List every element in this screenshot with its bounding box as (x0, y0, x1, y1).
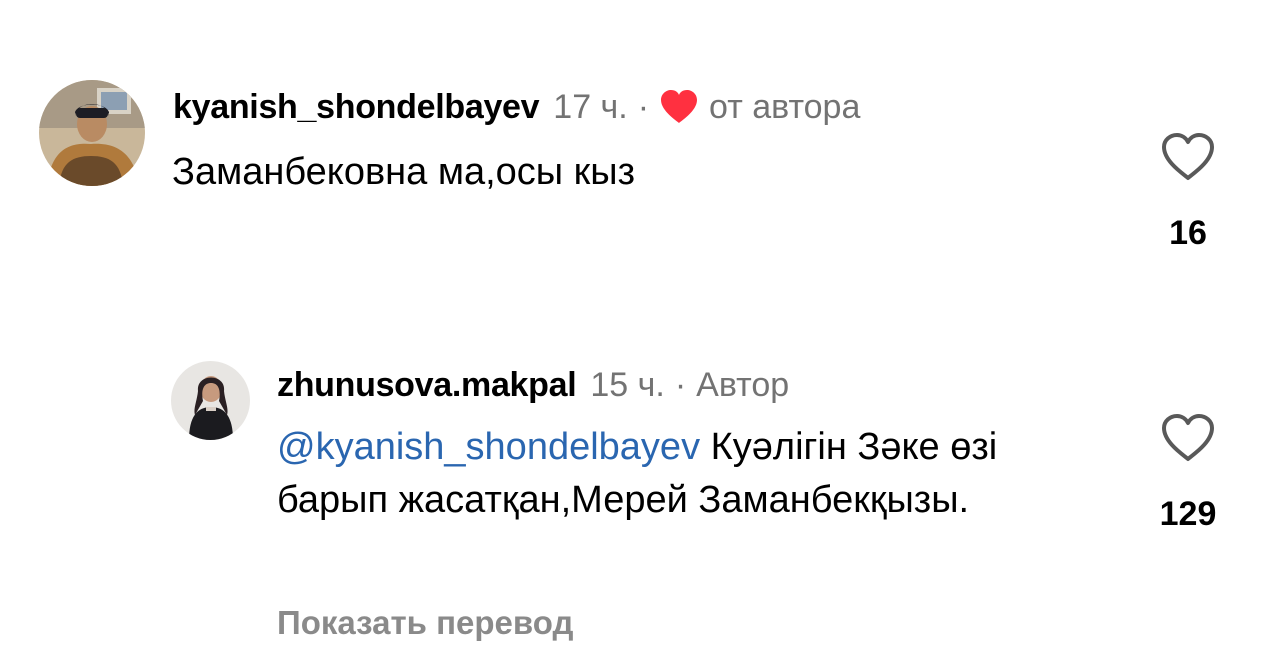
like-count: 129 (1159, 495, 1217, 533)
comment-text: Заманбековна ма,осы кыз (172, 151, 636, 193)
heart-outline-icon (1160, 413, 1216, 463)
comment-meta: kyanish_shondelbayev 17 ч. · от автора (173, 84, 860, 130)
mention-link[interactable]: @kyanish_shondelbayev (277, 426, 700, 468)
author-liked-label: от автора (709, 87, 861, 126)
heart-outline-icon (1160, 132, 1216, 182)
reply-username[interactable]: zhunusova.makpal (277, 366, 577, 405)
reply-time: 15 ч. (590, 365, 665, 404)
reply-text: @kyanish_shondelbayev Куәлігін Зәке өзі … (277, 421, 1037, 527)
like-count: 16 (1169, 214, 1207, 252)
like-button[interactable]: 129 (1148, 413, 1228, 533)
show-translation-button[interactable]: Показать перевод (277, 604, 573, 642)
author-badge: Автор (696, 365, 790, 404)
avatar[interactable] (171, 361, 250, 440)
separator-dot: · (637, 87, 650, 126)
heart-filled-icon (659, 89, 699, 125)
comment-time: 17 ч. (553, 87, 628, 126)
avatar[interactable] (39, 80, 145, 186)
reply-meta: zhunusova.makpal 15 ч. · Автор (277, 362, 789, 408)
separator-dot: · (674, 365, 687, 404)
avatar-photo-man (39, 80, 145, 186)
comment-username[interactable]: kyanish_shondelbayev (173, 88, 540, 127)
avatar-photo-woman (171, 361, 250, 440)
like-button[interactable]: 16 (1158, 132, 1218, 252)
